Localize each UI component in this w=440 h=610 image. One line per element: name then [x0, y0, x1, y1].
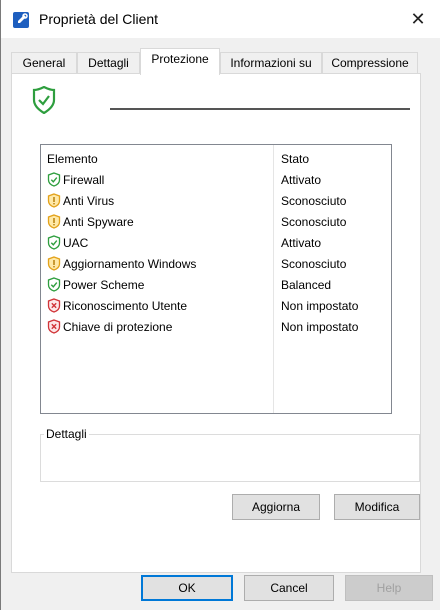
tab-general[interactable]: General: [11, 52, 77, 74]
item-name: Chiave di protezione: [63, 320, 173, 334]
list-item[interactable]: Power Scheme Balanced: [41, 274, 391, 295]
protection-list[interactable]: Elemento Stato Firewall Attivato Anti Vi…: [40, 144, 392, 414]
list-item[interactable]: Chiave di protezione Non impostato: [41, 316, 391, 337]
title-bar[interactable]: Proprietà del Client ✕: [1, 0, 440, 38]
list-item[interactable]: UAC Attivato: [41, 232, 391, 253]
item-name: Anti Spyware: [63, 215, 134, 229]
window-title: Proprietà del Client: [39, 11, 159, 27]
shield-warning-icon: [47, 256, 61, 271]
item-state: Attivato: [281, 236, 322, 250]
details-groupbox: [40, 434, 420, 482]
cancel-button-label: Cancel: [270, 581, 308, 595]
shield-check-icon: [47, 277, 61, 292]
properties-window: Proprietà del Client ✕ General Dettagli …: [0, 0, 440, 610]
modify-button-label: Modifica: [354, 500, 400, 514]
list-item[interactable]: Anti Virus Sconosciuto: [41, 190, 391, 211]
shield-warning-icon: [47, 193, 61, 208]
item-state: Non impostato: [281, 320, 359, 334]
tab-label: Protezione: [151, 52, 209, 66]
list-header: Elemento Stato: [41, 145, 391, 171]
tab-protezione[interactable]: Protezione: [140, 48, 220, 75]
tab-compressione[interactable]: Compressione: [322, 52, 418, 74]
column-header-state[interactable]: Stato: [281, 152, 309, 166]
refresh-button-label: Aggiorna: [251, 500, 301, 514]
modify-button[interactable]: Modifica: [334, 494, 420, 520]
close-icon: ✕: [410, 9, 426, 29]
protection-panel: Elemento Stato Firewall Attivato Anti Vi…: [11, 73, 421, 573]
item-state: Sconosciuto: [281, 257, 347, 271]
close-button[interactable]: ✕: [395, 0, 440, 38]
shield-check-icon: [47, 172, 61, 187]
ok-button-label: OK: [178, 581, 196, 595]
item-state: Balanced: [281, 278, 332, 292]
tab-label: General: [22, 56, 66, 70]
tab-label: Dettagli: [88, 56, 129, 70]
list-item[interactable]: Firewall Attivato: [41, 169, 391, 190]
help-button[interactable]: Help: [345, 575, 433, 601]
item-state: Sconosciuto: [281, 194, 347, 208]
item-name: Aggiornamento Windows: [63, 257, 197, 271]
tab-label: Informazioni su: [230, 56, 312, 70]
cancel-button[interactable]: Cancel: [244, 575, 334, 601]
item-name: Firewall: [63, 173, 105, 187]
shield-check-icon: [47, 235, 61, 250]
item-state: Non impostato: [281, 299, 359, 313]
shield-check-icon: [32, 86, 56, 114]
item-name: Power Scheme: [63, 278, 145, 292]
help-button-label: Help: [376, 581, 402, 595]
refresh-button[interactable]: Aggiorna: [232, 494, 320, 520]
list-item[interactable]: Riconoscimento Utente Non impostato: [41, 295, 391, 316]
list-item[interactable]: Anti Spyware Sconosciuto: [41, 211, 391, 232]
item-state: Sconosciuto: [281, 215, 347, 229]
list-item[interactable]: Aggiornamento Windows Sconosciuto: [41, 253, 391, 274]
tab-informazioni[interactable]: Informazioni su: [220, 52, 322, 74]
ok-button[interactable]: OK: [141, 575, 233, 601]
tab-dettagli[interactable]: Dettagli: [77, 52, 140, 74]
divider-line: [110, 108, 410, 110]
tab-strip: General Dettagli Protezione Informazioni…: [11, 48, 421, 75]
details-group-title: Dettagli: [44, 427, 89, 441]
item-state: Attivato: [281, 173, 322, 187]
shield-warning-icon: [47, 214, 61, 229]
item-name: UAC: [63, 236, 89, 250]
column-header-element[interactable]: Elemento: [47, 152, 98, 166]
item-name: Anti Virus: [63, 194, 115, 208]
tab-label: Compressione: [331, 56, 409, 70]
shield-error-icon: [47, 319, 61, 334]
wrench-icon: [13, 12, 29, 28]
item-name: Riconoscimento Utente: [63, 299, 188, 313]
shield-error-icon: [47, 298, 61, 313]
